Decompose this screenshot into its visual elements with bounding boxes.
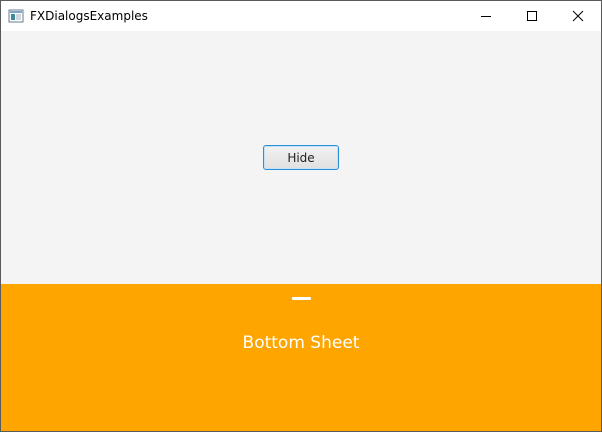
bottom-sheet-label: Bottom Sheet bbox=[242, 333, 360, 353]
close-button[interactable] bbox=[555, 1, 601, 31]
close-icon bbox=[572, 10, 584, 22]
app-window: FXDialogsExamples Hide Bottom Sheet bbox=[0, 0, 602, 432]
hide-button[interactable]: Hide bbox=[263, 145, 339, 170]
main-content: Hide bbox=[1, 31, 601, 284]
bottom-sheet: Bottom Sheet bbox=[1, 284, 601, 431]
minimize-button[interactable] bbox=[463, 1, 509, 31]
window-title: FXDialogsExamples bbox=[30, 9, 148, 23]
maximize-button[interactable] bbox=[509, 1, 555, 31]
hide-button-label: Hide bbox=[287, 150, 315, 165]
title-bar[interactable]: FXDialogsExamples bbox=[1, 1, 601, 31]
maximize-icon bbox=[527, 11, 537, 21]
java-app-icon bbox=[8, 8, 24, 24]
drag-handle-icon[interactable] bbox=[292, 297, 311, 300]
minimize-icon bbox=[481, 16, 491, 17]
